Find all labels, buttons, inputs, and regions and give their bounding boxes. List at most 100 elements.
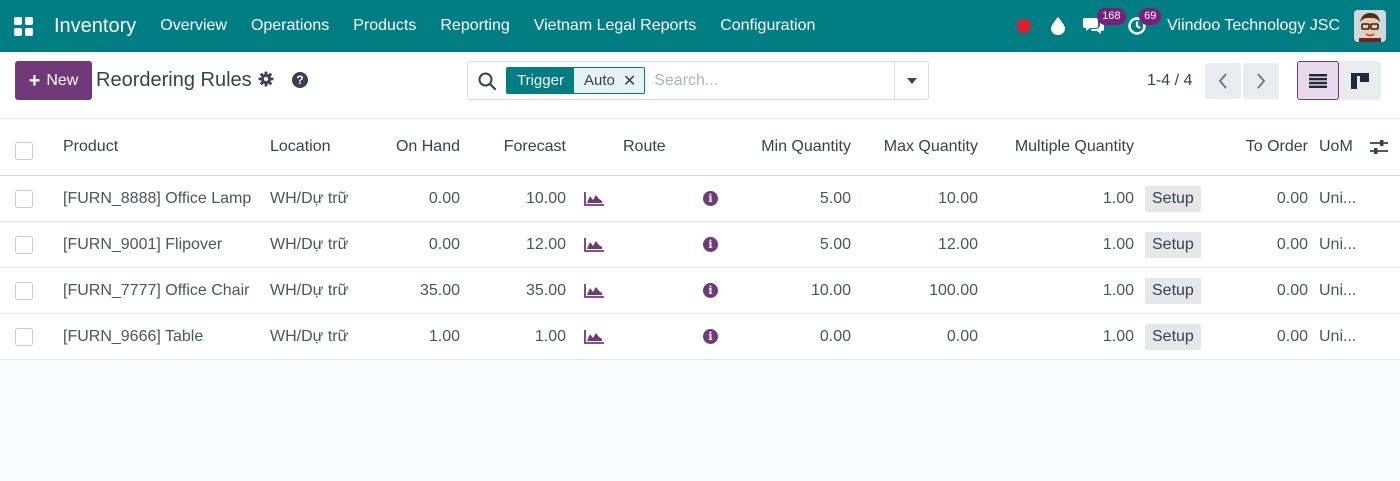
cell-multiple-quantity[interactable]: 1.00 [994, 268, 1134, 313]
select-all-checkbox-cell[interactable] [15, 119, 33, 175]
row-checkbox[interactable] [15, 327, 33, 346]
cell-to-order[interactable]: 0.00 [1218, 314, 1308, 359]
info-circle-icon[interactable]: i [703, 176, 718, 221]
menu-operations[interactable]: Operations [239, 0, 341, 52]
column-header-max-quantity[interactable]: Max Quantity [858, 119, 978, 175]
cell-uom[interactable]: Uni... [1319, 268, 1364, 313]
row-checkbox[interactable] [15, 189, 33, 208]
cell-location[interactable]: WH/Dự trữ [270, 314, 354, 359]
cell-product[interactable]: [FURN_8888] Office Lamp [63, 176, 263, 221]
menu-configuration[interactable]: Configuration [708, 0, 827, 52]
droplet-icon[interactable] [1051, 17, 1066, 35]
menu-overview[interactable]: Overview [148, 0, 239, 52]
kanban-view-button[interactable] [1339, 61, 1381, 100]
help-icon[interactable]: ? [292, 72, 308, 88]
info-circle-icon[interactable]: i [703, 314, 718, 359]
row-checkbox[interactable] [15, 281, 33, 300]
setup-button[interactable]: Setup [1145, 231, 1201, 258]
area-chart-icon[interactable] [584, 314, 604, 359]
cell-product[interactable]: [FURN_9666] Table [63, 314, 263, 359]
cell-location[interactable]: WH/Dự trữ [270, 268, 354, 313]
menu-products[interactable]: Products [341, 0, 428, 52]
new-button[interactable]: + New [15, 61, 92, 100]
select-all-checkbox[interactable] [15, 142, 33, 160]
list-icon [1309, 73, 1327, 88]
setup-button[interactable]: Setup [1145, 277, 1201, 304]
cell-product[interactable]: [FURN_7777] Office Chair [63, 268, 263, 313]
column-header-uom[interactable]: UoM [1319, 119, 1353, 175]
cell-on-hand: 1.00 [428, 327, 460, 345]
column-header-to-order[interactable]: To Order [1218, 119, 1308, 175]
row-checkbox-cell[interactable] [15, 176, 33, 221]
cell-min-quantity[interactable]: 5.00 [731, 222, 851, 267]
control-panel: + New Reordering Rules ? Trigger Auto ✕ … [0, 52, 1400, 119]
table-row[interactable]: [FURN_8888] Office Lamp WH/Dự trữ 0.00 1… [0, 176, 1400, 222]
cell-location[interactable]: WH/Dự trữ [270, 222, 354, 267]
cell-max-quantity[interactable]: 12.00 [858, 222, 978, 267]
area-chart-icon[interactable] [584, 176, 604, 221]
cell-uom[interactable]: Uni... [1319, 314, 1364, 359]
cell-product[interactable]: [FURN_9001] Flipover [63, 222, 263, 267]
column-header-location[interactable]: Location [270, 119, 331, 175]
setup-button[interactable]: Setup [1145, 185, 1201, 212]
cell-min-quantity[interactable]: 0.00 [731, 314, 851, 359]
record-dot-icon[interactable] [1017, 19, 1032, 33]
activities-count-badge: 69 [1139, 8, 1162, 25]
cell-location[interactable]: WH/Dự trữ [270, 176, 354, 221]
user-avatar[interactable] [1354, 10, 1386, 42]
list-view-button[interactable] [1297, 61, 1339, 100]
column-header-min-quantity[interactable]: Min Quantity [731, 119, 851, 175]
cell-to-order[interactable]: 0.00 [1218, 176, 1308, 221]
row-checkbox[interactable] [15, 235, 33, 254]
chevron-left-icon [1218, 73, 1227, 89]
column-header-on-hand[interactable]: On Hand [370, 119, 460, 175]
cell-max-quantity[interactable]: 100.00 [858, 268, 978, 313]
company-switcher[interactable]: Viindoo Technology JSC [1167, 17, 1340, 35]
cell-to-order[interactable]: 0.00 [1218, 222, 1308, 267]
gear-icon[interactable] [258, 71, 274, 92]
table-row[interactable]: [FURN_7777] Office Chair WH/Dự trữ 35.00… [0, 268, 1400, 314]
column-header-route[interactable]: Route [623, 119, 666, 175]
info-circle-icon[interactable]: i [703, 222, 718, 267]
column-header-forecast[interactable]: Forecast [476, 119, 566, 175]
search-icon[interactable] [468, 72, 506, 90]
apps-menu-icon[interactable] [0, 0, 46, 52]
cell-forecast: 12.00 [525, 235, 566, 253]
column-header-multiple-quantity[interactable]: Multiple Quantity [994, 119, 1134, 175]
cell-multiple-quantity[interactable]: 1.00 [994, 176, 1134, 221]
row-checkbox-cell[interactable] [15, 314, 33, 359]
search-bar: Trigger Auto ✕ [467, 61, 929, 100]
column-header-product[interactable]: Product [63, 119, 118, 175]
close-icon[interactable]: ✕ [623, 71, 636, 91]
row-checkbox-cell[interactable] [15, 222, 33, 267]
table-row[interactable]: [FURN_9001] Flipover WH/Dự trữ 0.00 12.0… [0, 222, 1400, 268]
menu-reporting[interactable]: Reporting [428, 0, 521, 52]
row-checkbox-cell[interactable] [15, 268, 33, 313]
messages-button[interactable]: 168 [1083, 8, 1126, 41]
search-options-toggle[interactable] [894, 62, 928, 99]
area-chart-icon[interactable] [584, 222, 604, 267]
messages-count-badge: 168 [1097, 8, 1126, 25]
search-input[interactable] [654, 71, 885, 90]
app-name[interactable]: Inventory [54, 15, 136, 38]
menu-vietnam-legal-reports[interactable]: Vietnam Legal Reports [522, 0, 708, 52]
pager-value[interactable]: 1-4 / 4 [1147, 72, 1192, 90]
cell-uom[interactable]: Uni... [1319, 176, 1364, 221]
cell-multiple-quantity[interactable]: 1.00 [994, 314, 1134, 359]
reordering-rules-table: Product Location On Hand Forecast Route … [0, 119, 1400, 360]
info-circle-icon[interactable]: i [703, 268, 718, 313]
table-row[interactable]: [FURN_9666] Table WH/Dự trữ 1.00 1.00 i … [0, 314, 1400, 360]
cell-uom[interactable]: Uni... [1319, 222, 1364, 267]
activities-button[interactable]: 69 [1127, 8, 1162, 41]
cell-min-quantity[interactable]: 5.00 [731, 176, 851, 221]
setup-button[interactable]: Setup [1145, 323, 1201, 350]
optional-columns-toggle[interactable] [1370, 119, 1388, 175]
area-chart-icon[interactable] [584, 268, 604, 313]
pager-next-button[interactable] [1243, 63, 1279, 99]
pager-previous-button[interactable] [1205, 63, 1241, 99]
cell-to-order[interactable]: 0.00 [1218, 268, 1308, 313]
cell-multiple-quantity[interactable]: 1.00 [994, 222, 1134, 267]
cell-max-quantity[interactable]: 0.00 [858, 314, 978, 359]
cell-max-quantity[interactable]: 10.00 [858, 176, 978, 221]
cell-min-quantity[interactable]: 10.00 [731, 268, 851, 313]
